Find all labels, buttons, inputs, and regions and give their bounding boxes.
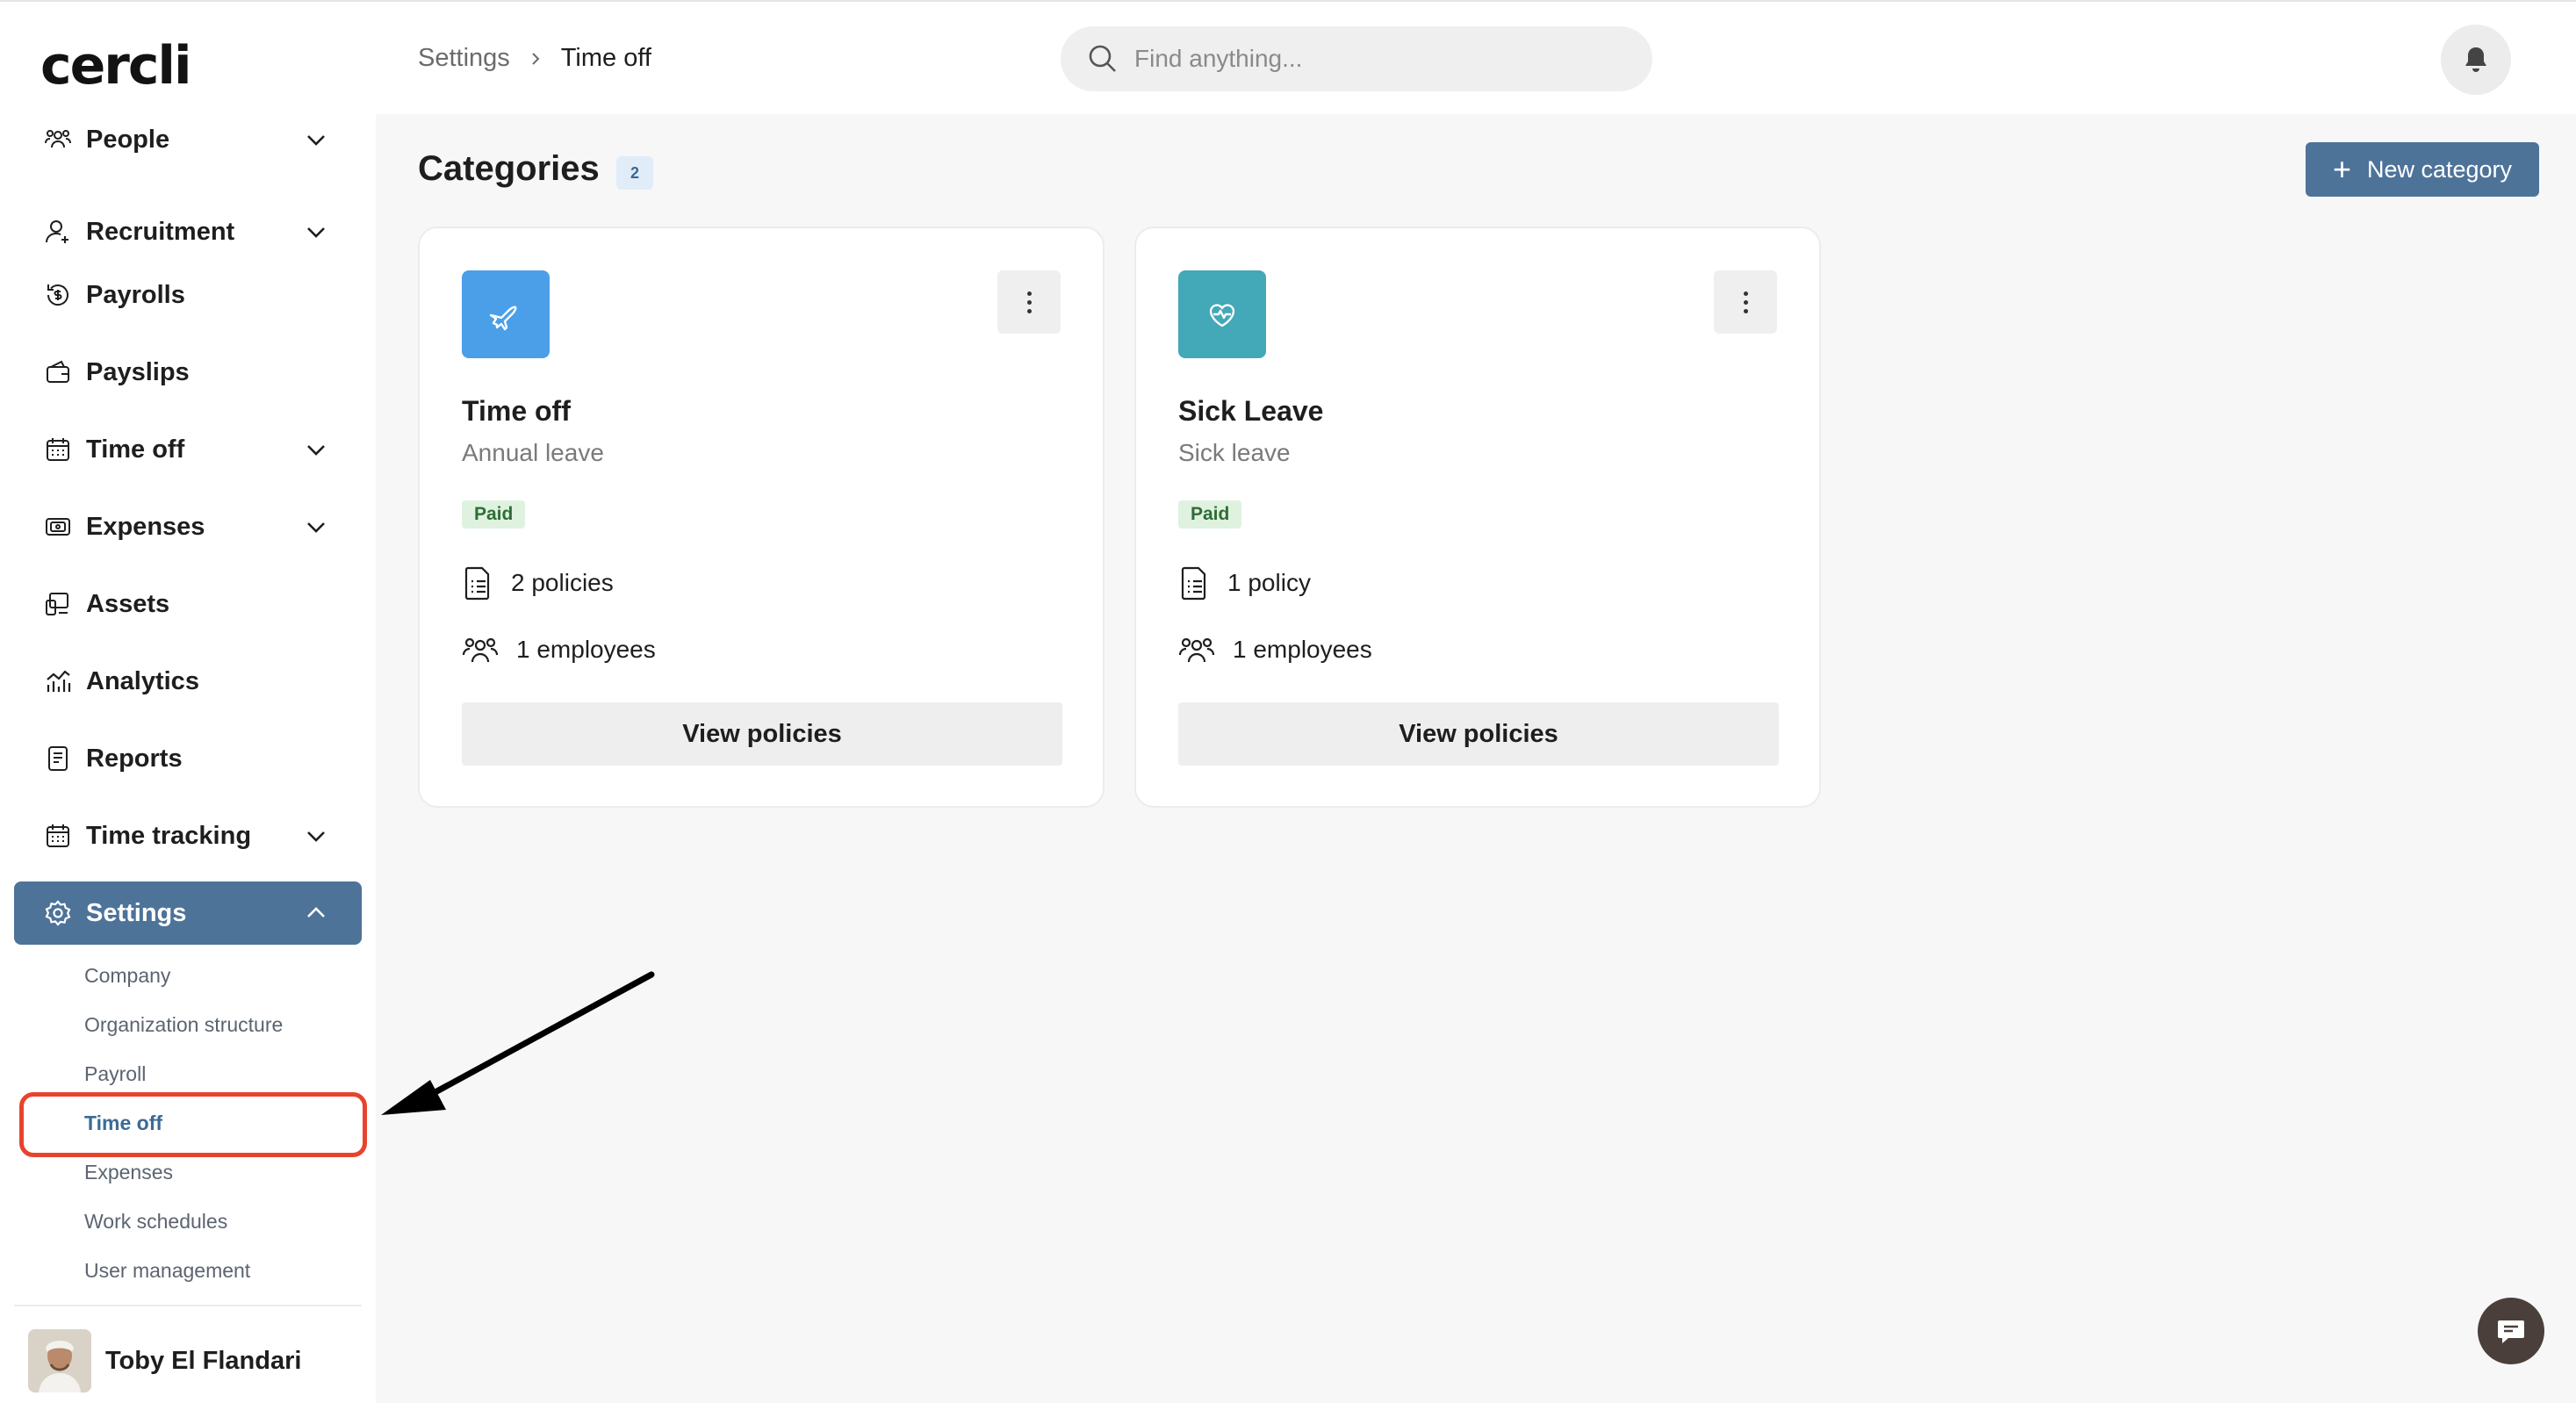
avatar[interactable] [28,1329,91,1392]
employees-count: 1 employees [516,636,656,663]
search-icon [1089,45,1116,72]
sidebar-item-payslips[interactable]: Payslips [14,341,362,404]
devices-icon [42,588,74,620]
search-input[interactable] [1134,45,1626,73]
plus-icon: + [2332,151,2351,187]
card-menu-button[interactable] [1714,270,1777,334]
employees-row: 1 employees [1178,634,1372,666]
employees-row: 1 employees [462,634,656,666]
settings-sub-payroll[interactable]: Payroll [84,1062,146,1086]
sidebar-item-label: Payrolls [86,280,185,309]
airplane-icon [462,270,550,358]
sidebar-item-assets[interactable]: Assets [14,572,362,636]
receipt-icon [42,511,74,543]
sidebar-item-label: Reports [86,744,183,773]
paid-badge: Paid [462,500,526,529]
breadcrumb: Settings Time off [418,44,651,73]
search-bar[interactable] [1061,26,1652,91]
new-category-label: New category [2366,155,2513,183]
category-card-sick-leave: Sick Leave Sick leave Paid 1 policy 1 em… [1134,227,1821,808]
sidebar-item-label: Settings [86,898,187,927]
wallet-icon [42,356,74,388]
sidebar: cercli People Recruitment Payrolls Paysl… [0,0,376,1403]
sidebar-item-label: People [86,125,170,154]
gear-icon [42,897,74,929]
bell-icon [2465,47,2486,72]
settings-sub-organization-structure[interactable]: Organization structure [84,1013,283,1037]
sidebar-item-people[interactable]: People [14,108,362,171]
sidebar-item-label: Time off [86,435,185,464]
view-policies-button[interactable]: View policies [462,702,1062,766]
category-count-badge: 2 [616,156,653,190]
card-menu-button[interactable] [997,270,1061,334]
card-subtitle: Sick leave [1178,439,1291,466]
analytics-icon [42,666,74,697]
card-title: Time off [462,395,571,427]
sidebar-item-label: Payslips [86,357,190,386]
settings-sub-company[interactable]: Company [84,964,170,988]
employees-count: 1 employees [1233,636,1372,663]
sidebar-item-analytics[interactable]: Analytics [14,650,362,713]
document-icon [464,566,490,601]
chevron-down-icon[interactable] [304,824,328,848]
chevron-down-icon[interactable] [304,127,328,152]
paid-badge: Paid [1178,500,1242,529]
user-name[interactable]: Toby El Flandari [105,1347,301,1376]
card-subtitle: Annual leave [462,439,604,466]
settings-sub-user-management[interactable]: User management [84,1259,250,1283]
people-icon [1178,637,1215,663]
breadcrumb-parent[interactable]: Settings [418,44,510,73]
chat-button[interactable] [2478,1298,2544,1364]
sidebar-item-time-tracking[interactable]: Time tracking [14,804,362,867]
sidebar-item-label: Analytics [86,666,199,695]
settings-sub-work-schedules[interactable]: Work schedules [84,1210,227,1234]
payroll-icon [42,279,74,311]
notifications-button[interactable] [2441,25,2511,95]
sidebar-item-time-off[interactable]: Time off [14,418,362,481]
sidebar-item-label: Assets [86,589,170,618]
chevron-right-icon [532,52,540,65]
app-logo[interactable]: cercli [40,35,192,97]
breadcrumb-current: Time off [560,44,651,72]
sidebar-item-reports[interactable]: Reports [14,727,362,790]
people-icon [462,637,499,663]
user-plus-icon [42,216,74,248]
topbar: Settings Time off [376,0,2576,114]
calendar-icon [42,820,74,852]
sidebar-item-label: Recruitment [86,217,235,246]
category-card-time-off: Time off Annual leave Paid 2 policies 1 … [418,227,1105,808]
document-icon [1181,566,1206,601]
policies-row: 2 policies [462,565,614,601]
chevron-down-icon[interactable] [304,437,328,462]
sidebar-item-settings[interactable]: Settings [14,881,362,945]
people-icon [42,124,74,155]
annotation-highlight-box [19,1092,367,1157]
policies-count: 1 policy [1227,569,1311,596]
sidebar-divider [14,1305,362,1306]
chat-icon [2498,1320,2524,1343]
card-title: Sick Leave [1178,395,1324,427]
chevron-down-icon[interactable] [304,514,328,539]
heart-icon [1178,270,1266,358]
calendar-icon [42,434,74,465]
sidebar-item-label: Expenses [86,512,205,541]
page-title: Categories [418,149,600,188]
policies-count: 2 policies [511,569,614,596]
report-icon [42,743,74,774]
sidebar-item-recruitment[interactable]: Recruitment [14,200,362,263]
chevron-down-icon[interactable] [304,219,328,244]
chevron-up-icon[interactable] [304,901,328,925]
policies-row: 1 policy [1178,565,1311,601]
settings-sub-expenses[interactable]: Expenses [84,1161,173,1184]
sidebar-item-expenses[interactable]: Expenses [14,495,362,558]
new-category-button[interactable]: + New category [2306,142,2539,197]
view-policies-button[interactable]: View policies [1178,702,1779,766]
annotation-arrow [381,971,655,1115]
sidebar-item-label: Time tracking [86,821,252,850]
sidebar-item-payrolls[interactable]: Payrolls [14,263,362,327]
